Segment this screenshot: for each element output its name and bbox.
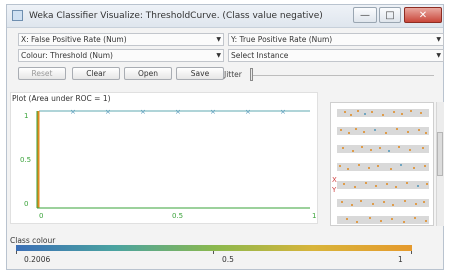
bar-row-5 [337,181,429,189]
class-colour-gradient-bar [16,245,412,251]
chevron-down-icon: ▼ [216,36,221,43]
legend-mid-value: 0.5 [222,255,234,264]
bar-row-7 [337,216,429,224]
roc-plot[interactable]: × × × × × × × 1 0.5 0 0 0.5 1 [10,92,318,224]
side-x-marker: X [332,176,337,184]
y-tick-label-0: 0 [24,200,28,208]
side-y-marker: Y [332,186,337,194]
instance-select[interactable]: Select Instance ▼ [228,49,444,62]
y-axis-select-value: Y: True Positive Rate (Num) [231,35,333,44]
maximize-button[interactable]: □ [379,7,401,23]
plot-marker: × [280,108,286,116]
open-button[interactable]: Open [124,67,172,80]
chevron-down-icon: ▼ [436,52,441,59]
y-axis-select[interactable]: Y: True Positive Rate (Num) ▼ [228,33,444,46]
plot-marker: × [245,108,251,116]
bar-row-1 [337,109,429,117]
x-tick-label-0: 0 [39,212,43,220]
window-title: Weka Classifier Visualize: ThresholdCurv… [29,11,323,21]
plot-marker: × [175,108,181,116]
bar-row-3 [337,145,429,153]
x-axis-select-value: X: False Positive Rate (Num) [21,35,127,44]
chevron-down-icon: ▼ [216,52,221,59]
reset-button[interactable]: Reset [18,67,66,80]
legend-tick [213,251,214,254]
attribute-bars [337,109,429,224]
x-axis-select[interactable]: X: False Positive Rate (Num) ▼ [18,33,224,46]
y-tick-label-1: 1 [24,112,28,120]
save-button[interactable]: Save [176,67,224,80]
plot-marker: × [105,108,111,116]
jitter-label: Jitter [224,70,242,79]
close-button[interactable]: ✕ [404,7,442,23]
colour-select[interactable]: Colour: Threshold (Num) ▼ [18,49,224,62]
jitter-slider-thumb[interactable] [250,68,253,81]
legend-max-value: 1 [398,255,403,264]
legend-tick [16,251,17,254]
bar-row-2 [337,127,429,135]
title-bar: Weka Classifier Visualize: ThresholdCurv… [7,5,443,28]
clear-button[interactable]: Clear [72,67,120,80]
chevron-down-icon: ▼ [436,36,441,43]
top-markers: × × × × × × × [70,108,286,116]
maximize-icon: □ [385,10,395,21]
attribute-bars-scroll-thumb[interactable] [437,132,443,176]
plot-marker: × [140,108,146,116]
plot-marker: × [70,108,76,116]
close-icon: ✕ [418,10,428,21]
instance-select-value: Select Instance [231,51,289,60]
bar-row-4 [337,163,429,171]
x-tick-label-1: 1 [312,212,316,220]
class-colour-label: Class colour [10,236,56,245]
jitter-slider-track[interactable] [250,75,434,76]
attribute-bars-panel[interactable] [330,102,434,226]
minimize-icon: — [360,10,370,21]
x-tick-label-0-5: 0.5 [172,212,183,220]
weka-app-icon [12,10,23,21]
colour-select-value: Colour: Threshold (Num) [21,51,113,60]
minimize-button[interactable]: — [353,7,377,23]
legend-min-value: 0.2006 [24,255,51,264]
plot-marker: × [210,108,216,116]
legend-tick [411,251,412,254]
y-tick-label-0-5: 0.5 [20,156,31,164]
bar-row-6 [337,199,429,207]
